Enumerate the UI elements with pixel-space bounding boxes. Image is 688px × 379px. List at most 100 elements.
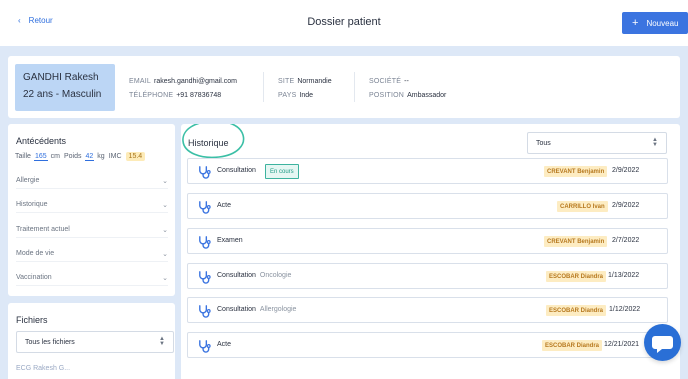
stethoscope-icon xyxy=(199,340,211,353)
record-type: Acte xyxy=(217,341,231,348)
files-filter-select[interactable]: Tous les fichiers ▲ ▼ xyxy=(16,331,174,353)
history-row[interactable]: Acte CARRILLO Ivan 2/9/2022 xyxy=(187,193,668,219)
weight-field[interactable]: 42 xyxy=(84,153,95,161)
status-badge: En cours xyxy=(265,164,299,179)
file-item[interactable]: ECG Rakesh G... xyxy=(16,365,70,372)
record-specialty: Allergologie xyxy=(259,306,297,313)
accordion-vaccination[interactable]: Vaccination ⌄ xyxy=(16,270,168,286)
accordion-label: Vaccination xyxy=(16,274,52,281)
patient-card: GANDHI Rakesh 22 ans - Masculin EMAIL rak… xyxy=(8,56,680,118)
accordion-historique[interactable]: Historique ⌄ xyxy=(16,197,168,213)
accordion-label: Traitement actuel xyxy=(16,226,70,233)
record-date: 12/21/2021 xyxy=(604,341,640,348)
record-type: Acte xyxy=(217,202,231,209)
height-field[interactable]: 165 xyxy=(33,153,48,161)
patient-email: rakesh.gandhi@gmail.com xyxy=(154,78,237,85)
stethoscope-icon xyxy=(199,201,211,214)
accordion-label: Allergie xyxy=(16,177,40,184)
accordion-label: Historique xyxy=(16,201,48,208)
select-arrows-icon: ▲ ▼ xyxy=(652,137,658,148)
stethoscope-icon xyxy=(199,166,211,179)
patient-identity: GANDHI Rakesh 22 ans - Masculin xyxy=(15,64,115,111)
accordion-traitement[interactable]: Traitement actuel ⌄ xyxy=(16,222,168,238)
chat-button[interactable] xyxy=(644,324,681,361)
company-label: SOCIÉTÉ xyxy=(369,78,402,85)
history-row[interactable]: Examen CREVANT Benjamin 2/7/2022 xyxy=(187,228,668,254)
files-panel: Fichiers Tous les fichiers ▲ ▼ ECG Rakesh… xyxy=(8,303,175,379)
bmi-badge: 15.4 xyxy=(125,152,146,161)
doctor-badge: CREVANT Benjamin xyxy=(544,236,608,247)
stethoscope-icon xyxy=(199,271,211,284)
record-specialty: Oncologie xyxy=(259,272,292,279)
doctor-badge: ESCOBAR Diandra xyxy=(542,340,603,351)
chevron-down-icon: ⌄ xyxy=(162,177,168,185)
body-metrics: Taille 165 cm Poids 42 kg IMC 15.4 xyxy=(15,152,146,161)
history-panel: Historique Tous ▲ ▼ Consultation En cours C… xyxy=(181,124,680,379)
doctor-badge: ESCOBAR Diandra xyxy=(546,271,607,282)
weight-label: Poids xyxy=(63,153,82,160)
history-filter-value: Tous xyxy=(536,139,551,147)
location-info: SITE Normandie PAYS Inde xyxy=(278,75,332,103)
record-type-label: Consultation xyxy=(217,272,256,279)
patient-age-sex: 22 ans - Masculin xyxy=(23,89,102,100)
record-type-label: Consultation xyxy=(217,306,256,313)
doctor-badge: CARRILLO Ivan xyxy=(557,201,608,212)
patient-name: GANDHI Rakesh xyxy=(23,72,99,83)
record-type-label: Examen xyxy=(217,237,243,244)
record-type-label: Acte xyxy=(217,202,232,209)
accordion-allergie[interactable]: Allergie ⌄ xyxy=(16,173,168,189)
record-type: Consultation Oncologie xyxy=(217,272,291,279)
chevron-down-icon: ⌄ xyxy=(162,201,168,209)
record-date: 1/12/2022 xyxy=(609,306,641,313)
country-label: PAYS xyxy=(278,92,297,99)
history-row[interactable]: Consultation Oncologie ESCOBAR Diandra 1/1… xyxy=(187,263,668,289)
doctor-badge: ESCOBAR Diandra xyxy=(546,305,607,316)
history-row[interactable]: Consultation Allergologie ESCOBAR Diandra… xyxy=(187,297,668,323)
history-row[interactable]: Acte ESCOBAR Diandra 12/21/2021 xyxy=(187,332,668,358)
stethoscope-icon xyxy=(199,305,211,318)
patient-position: Ambassador xyxy=(407,92,447,99)
top-bar: ‹ Retour Dossier patient + Nouveau xyxy=(0,0,688,46)
plus-icon: + xyxy=(632,16,639,29)
new-button[interactable]: + Nouveau xyxy=(622,12,688,34)
doctor-badge: CREVANT Benjamin xyxy=(544,166,608,177)
weight-unit: kg xyxy=(97,153,105,160)
divider xyxy=(263,72,264,102)
record-type: Consultation xyxy=(217,167,256,174)
record-date: 2/9/2022 xyxy=(612,202,640,209)
record-type: Consultation Allergologie xyxy=(217,306,296,313)
files-title: Fichiers xyxy=(16,315,48,325)
files-filter-value: Tous les fichiers xyxy=(25,338,75,346)
history-filter-select[interactable]: Tous ▲ ▼ xyxy=(527,132,667,154)
company-info: SOCIÉTÉ -- POSITION Ambassador xyxy=(369,75,446,103)
divider xyxy=(354,72,355,102)
antecedents-panel: Antécédents Taille 165 cm Poids 42 kg IM… xyxy=(8,124,175,296)
height-label: Taille xyxy=(15,153,31,160)
page-title: Dossier patient xyxy=(307,16,381,28)
position-label: POSITION xyxy=(369,92,405,99)
chevron-down-icon: ⌄ xyxy=(162,250,168,258)
email-label: EMAIL xyxy=(129,78,152,85)
accordion-mode-de-vie[interactable]: Mode de vie ⌄ xyxy=(16,246,168,262)
antecedents-title: Antécédents xyxy=(16,136,67,146)
phone-label: TÉLÉPHONE xyxy=(129,92,174,99)
record-type-label: Acte xyxy=(217,341,232,348)
history-row[interactable]: Consultation En cours CREVANT Benjamin 2/9/… xyxy=(187,158,668,184)
contact-info: EMAIL rakesh.gandhi@gmail.com TÉLÉPHONE +9… xyxy=(129,75,237,103)
chevron-down-icon: ⌄ xyxy=(162,274,168,282)
patient-phone: +91 87836748 xyxy=(176,92,222,99)
history-title: Historique xyxy=(188,138,229,148)
chat-bubble-icon xyxy=(652,336,673,353)
new-button-label: Nouveau xyxy=(646,18,679,28)
select-arrows-icon: ▲ ▼ xyxy=(159,336,165,347)
patient-company: -- xyxy=(404,78,409,85)
record-date: 2/7/2022 xyxy=(612,237,640,244)
bmi-label: IMC xyxy=(108,153,122,160)
chevron-down-icon: ⌄ xyxy=(162,226,168,234)
patient-site: Normandie xyxy=(297,78,332,85)
stethoscope-icon xyxy=(199,236,211,249)
accordion-label: Mode de vie xyxy=(16,250,55,257)
patient-country: Inde xyxy=(299,92,314,99)
record-type: Examen xyxy=(217,237,243,244)
record-date: 2/9/2022 xyxy=(612,167,640,174)
